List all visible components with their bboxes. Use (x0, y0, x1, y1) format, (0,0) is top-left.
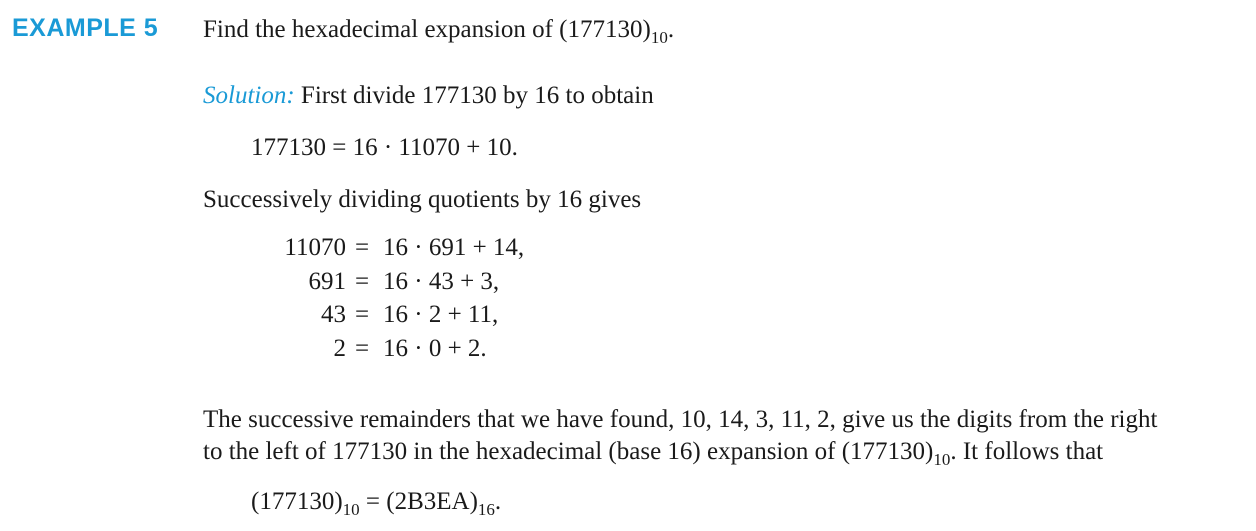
division-equation-row: 691 = 16 · 43 + 3, (0, 266, 1256, 298)
equals-sign: = (355, 335, 370, 362)
equation-rhs: 16 · 0 + 2. (383, 335, 487, 362)
final-rhs-subscript: 16 (477, 500, 495, 519)
equation-lhs: 2 (333, 335, 347, 362)
conclusion-text-a: to the left of 177130 in the hexadecimal… (203, 438, 934, 465)
successive-intro: Successively dividing quotients by 16 gi… (203, 186, 642, 213)
conclusion-subscript: 10 (933, 450, 951, 469)
solution-intro-text: First divide 177130 by 16 to obtain (294, 82, 654, 109)
final-lhs-subscript: 10 (342, 500, 360, 519)
final-lhs: (177130) (251, 488, 343, 515)
division-equation-row: 43 = 16 · 2 + 11, (0, 299, 1256, 331)
solution-intro: Solution: First divide 177130 by 16 to o… (203, 80, 654, 112)
first-equation: 177130 = 16 · 11070 + 10. (251, 134, 518, 161)
equation-rhs: 16 · 691 + 14, (383, 234, 525, 261)
equals-sign: = (355, 268, 370, 295)
solution-label: Solution: (203, 82, 295, 109)
example-label: EXAMPLE 5 (12, 14, 159, 42)
equation-lhs: 43 (321, 301, 346, 328)
prompt-subscript: 10 (650, 28, 668, 47)
equation-lhs: 11070 (284, 234, 346, 261)
equals-sign: = (355, 234, 370, 261)
conclusion-text-b: . It follows that (950, 438, 1104, 465)
prompt-text: Find the hexadecimal expansion of (17713… (203, 16, 651, 43)
division-equation-row: 2 = 16 · 0 + 2. (0, 333, 1256, 365)
division-equation-row: 11070 = 16 · 691 + 14, (0, 232, 1256, 264)
example-prompt: Find the hexadecimal expansion of (17713… (203, 14, 674, 46)
equation-rhs: 16 · 43 + 3, (383, 268, 500, 295)
conclusion-line-2: to the left of 177130 in the hexadecimal… (203, 436, 1103, 468)
equation-rhs: 16 · 2 + 11, (383, 301, 499, 328)
final-result: (177130)10 = (2B3EA)16. (251, 486, 501, 518)
final-mid: = (2B3EA) (359, 488, 478, 515)
prompt-period: . (667, 16, 675, 43)
equation-lhs: 691 (308, 268, 347, 295)
final-end: . (494, 488, 502, 515)
conclusion-line-1: The successive remainders that we have f… (203, 406, 1158, 433)
equals-sign: = (355, 301, 370, 328)
